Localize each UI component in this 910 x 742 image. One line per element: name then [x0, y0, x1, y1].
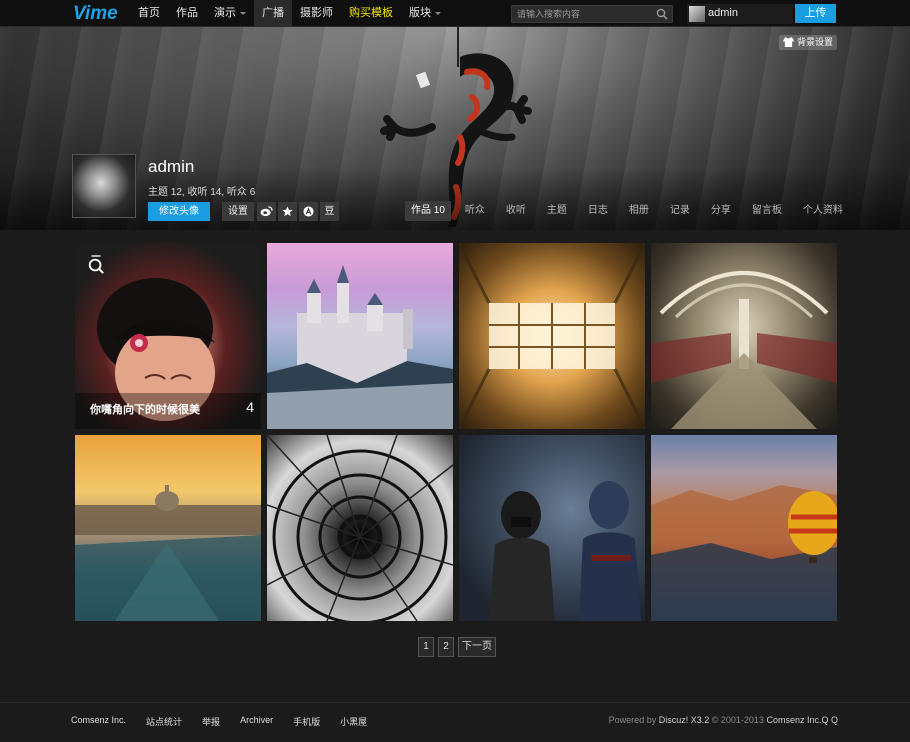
nav-item-label: 版块 — [409, 7, 431, 19]
tile-image-count: 4 — [246, 399, 254, 415]
tab-threads[interactable]: 主题 — [540, 201, 574, 221]
search-box — [511, 5, 673, 23]
gallery-tile-ceiling[interactable] — [459, 243, 645, 429]
footer: Comsenz Inc. 站点统计 举报 Archiver 手机版 小黑屋 Po… — [0, 702, 910, 742]
top-navbar: Vime 首页 作品 演示 广播 摄影师 购买模板 版块 admin 上传 — [0, 0, 910, 27]
chevron-down-icon — [435, 11, 441, 15]
nav-item-label: 摄影师 — [300, 7, 333, 19]
page-1-button[interactable]: 1 — [418, 637, 434, 657]
tab-profile-info[interactable]: 个人资料 — [796, 201, 850, 221]
spiral-stairs-photo — [267, 435, 453, 621]
footer-link-archiver[interactable]: Archiver — [240, 715, 273, 728]
nav-item-label: 演示 — [214, 7, 236, 19]
nav-item-label: 首页 — [138, 7, 160, 19]
gallery-tile-castle[interactable] — [267, 243, 453, 429]
tab-works[interactable]: 作品 10 — [405, 201, 451, 221]
search-input[interactable] — [512, 6, 652, 22]
profile-name: admin — [148, 157, 195, 176]
ceiling-photo — [459, 243, 645, 429]
pagination: 1 2 下一页 — [418, 637, 500, 657]
qq-link[interactable]: Q Q — [821, 715, 838, 725]
gallery-tile-spiral-stairs[interactable] — [267, 435, 453, 621]
gallery-tile-subway[interactable] — [651, 243, 837, 429]
profile-tabs: 作品 10 听众 收听 主题 日志 相册 记录 分享 留言板 个人资料 — [405, 201, 857, 221]
chevron-down-icon — [240, 11, 246, 15]
next-page-button[interactable]: 下一页 — [458, 637, 496, 657]
tab-records[interactable]: 记录 — [663, 201, 697, 221]
user-menu[interactable]: admin — [687, 4, 793, 24]
gallery-tile-featured[interactable]: 你嘴角向下的时候很美 4 — [75, 243, 261, 429]
works-gallery: 你嘴角向下的时候很美 4 — [75, 243, 837, 621]
zoom-icon[interactable] — [87, 255, 105, 275]
toy-figures-photo — [489, 481, 641, 621]
site-logo[interactable]: Vime — [73, 3, 121, 24]
tab-shares[interactable]: 分享 — [704, 201, 738, 221]
a-icon[interactable] — [299, 202, 318, 221]
footer-link-blackroom[interactable]: 小黑屋 — [340, 715, 367, 728]
shirt-icon — [783, 37, 794, 47]
nav-item-buy-template[interactable]: 购买模板 — [341, 0, 401, 27]
castle-photo — [267, 265, 453, 429]
douban-icon[interactable]: 豆 — [320, 202, 339, 221]
tab-followers[interactable]: 听众 — [458, 201, 492, 221]
profile-banner: 背景设置 admin 主题 12, 收听 14, 听众 6 修改头像 设置 豆 … — [0, 27, 910, 230]
edit-avatar-button[interactable]: 修改头像 — [148, 202, 210, 221]
nav-item-home[interactable]: 首页 — [130, 0, 168, 27]
nav-item-label: 作品 — [176, 7, 198, 19]
balloon-valley-photo — [651, 485, 837, 621]
username: admin — [708, 7, 738, 19]
footer-link-company[interactable]: Comsenz Inc. — [71, 715, 126, 728]
avatar — [689, 6, 705, 22]
page-2-button[interactable]: 2 — [438, 637, 454, 657]
search-icon[interactable] — [656, 8, 668, 20]
main-nav: 首页 作品 演示 广播 摄影师 购买模板 版块 — [130, 0, 449, 27]
tile-caption: 你嘴角向下的时候很美 — [90, 404, 200, 416]
profile-avatar[interactable] — [72, 154, 136, 218]
background-settings-button[interactable]: 背景设置 — [779, 35, 837, 50]
profile-stats: 主题 12, 收听 14, 听众 6 — [148, 187, 256, 198]
tab-guestbook[interactable]: 留言板 — [745, 201, 789, 221]
gallery-tile-toy-figures[interactable] — [459, 435, 645, 621]
nav-item-demo[interactable]: 演示 — [206, 0, 254, 27]
gallery-tile-city-bridge[interactable] — [75, 435, 261, 621]
nav-item-forums[interactable]: 版块 — [401, 0, 449, 27]
tab-blog[interactable]: 日志 — [581, 201, 615, 221]
star-icon[interactable] — [278, 202, 297, 221]
city-bridge-photo — [75, 485, 261, 621]
tab-album[interactable]: 相册 — [622, 201, 656, 221]
weibo-icon[interactable] — [257, 202, 276, 221]
settings-button[interactable]: 设置 — [222, 202, 254, 221]
nav-item-broadcast[interactable]: 广播 — [254, 0, 292, 27]
background-settings-label: 背景设置 — [797, 37, 834, 47]
footer-links: Comsenz Inc. 站点统计 举报 Archiver 手机版 小黑屋 — [71, 715, 387, 728]
footer-copyright: Powered by Discuz! X3.2 © 2001-2013 Coms… — [609, 715, 838, 725]
upload-button[interactable]: 上传 — [795, 4, 836, 23]
nav-item-label: 广播 — [262, 7, 284, 19]
footer-link-stats[interactable]: 站点统计 — [146, 715, 182, 728]
company-name[interactable]: Comsenz Inc. — [766, 715, 821, 725]
tab-following[interactable]: 收听 — [499, 201, 533, 221]
gallery-tile-balloon-valley[interactable] — [651, 435, 837, 621]
subway-photo — [651, 271, 837, 429]
nav-item-photographer[interactable]: 摄影师 — [292, 0, 341, 27]
nav-item-label: 购买模板 — [349, 7, 393, 19]
product-name[interactable]: Discuz! X3.2 — [659, 715, 710, 725]
footer-link-mobile[interactable]: 手机版 — [293, 715, 320, 728]
powered-by-text: Powered by — [608, 715, 657, 725]
nav-item-works[interactable]: 作品 — [168, 0, 206, 27]
copyright-years: © 2001-2013 — [711, 715, 764, 725]
footer-link-report[interactable]: 举报 — [202, 715, 220, 728]
